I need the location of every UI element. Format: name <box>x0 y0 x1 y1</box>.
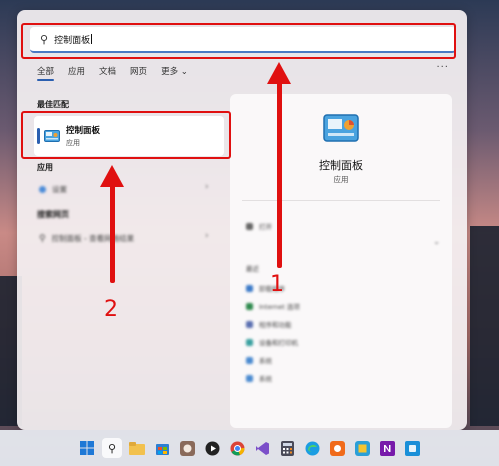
tab-web[interactable]: 网页 <box>130 65 147 81</box>
tab-documents[interactable]: 文档 <box>99 65 116 81</box>
media-icon[interactable] <box>177 438 197 458</box>
chevron-down-icon[interactable]: ⌄ <box>433 237 440 246</box>
open-icon <box>246 222 253 230</box>
search-box[interactable]: ⚲ 控制面板 <box>30 27 456 53</box>
annotation-arrow-head <box>100 165 124 187</box>
web-result-label: 控制面板 - 查看网络结果 <box>51 234 135 243</box>
vs-icon[interactable] <box>252 438 272 458</box>
divider <box>242 200 440 201</box>
control-panel-icon <box>44 130 60 142</box>
windows-icon[interactable] <box>77 438 97 458</box>
tab-apps[interactable]: 应用 <box>68 65 85 81</box>
app3-icon[interactable] <box>402 438 422 458</box>
recent-item-label: Internet 选项 <box>259 303 300 311</box>
recent-label: 最近 <box>246 265 259 273</box>
detail-title: 控制面板 <box>319 159 363 172</box>
recent-item-label: 系统 <box>259 357 272 365</box>
onenote-icon[interactable] <box>377 438 397 458</box>
background-building <box>470 226 499 426</box>
text-caret <box>91 34 93 44</box>
search-input[interactable]: 控制面板 <box>54 33 90 46</box>
recent-item-label: 程序和功能 <box>259 321 292 329</box>
edge-icon[interactable] <box>302 438 322 458</box>
recent-item[interactable]: 系统 <box>246 355 272 365</box>
recent-item-icon <box>246 374 253 382</box>
detail-type: 应用 <box>333 175 349 184</box>
recent-item[interactable]: 设备和打印机 <box>246 337 298 347</box>
best-match-item[interactable]: 控制面板 应用 <box>34 116 224 156</box>
chevron-right-icon[interactable]: › <box>205 182 209 192</box>
section-apps: 应用 <box>37 163 53 172</box>
recent-item-label: 系统 <box>259 375 272 383</box>
search-icon: ⚲ <box>40 32 49 46</box>
open-label: 打开 <box>259 223 272 231</box>
app-icon[interactable] <box>327 438 347 458</box>
start-search-panel: ⚲ 控制面板 全部 应用 文档 网页 更多 ⌄ ··· 最佳匹配 控制面板 应用… <box>17 10 467 430</box>
player-icon[interactable] <box>202 438 222 458</box>
best-match-name: 控制面板 <box>66 126 101 136</box>
chevron-right-icon[interactable]: › <box>205 231 209 241</box>
annotation-number-1: 1 <box>270 272 284 297</box>
tab-more[interactable]: 更多 ⌄ <box>161 65 188 81</box>
recent-item-icon <box>246 356 253 364</box>
search-icon: ⚲ <box>39 233 46 244</box>
annotation-arrow-head <box>267 62 291 84</box>
web-result-item[interactable]: ⚲ 控制面板 - 查看网络结果 <box>39 233 134 244</box>
detail-pane: 控制面板 应用 打开 ⌄ 最近 卸载程序 Internet 选项 程序和功能 设… <box>230 94 452 428</box>
best-match-type: 应用 <box>66 139 80 147</box>
recent-heading: 最近 <box>246 263 259 273</box>
annotation-number-2: 2 <box>104 297 118 322</box>
tab-all[interactable]: 全部 <box>37 65 55 81</box>
app-result-label: 设置 <box>52 185 67 194</box>
calculator-icon[interactable] <box>277 438 297 458</box>
recent-item-icon <box>246 338 253 346</box>
recent-item-icon <box>246 284 253 292</box>
recent-item[interactable]: Internet 选项 <box>246 301 300 311</box>
open-action[interactable]: 打开 <box>246 221 272 231</box>
recent-item[interactable]: 系统 <box>246 373 272 383</box>
recent-item-label: 设备和打印机 <box>259 339 298 347</box>
filter-tabs: 全部 应用 文档 网页 更多 ⌄ <box>37 65 188 81</box>
settings-icon <box>39 186 46 193</box>
store-icon[interactable] <box>152 438 172 458</box>
file-explorer-icon[interactable] <box>127 438 147 458</box>
taskbar: ⚲ <box>0 430 499 466</box>
selection-indicator <box>37 128 40 144</box>
more-options-button[interactable]: ··· <box>436 62 449 73</box>
recent-item[interactable]: 程序和功能 <box>246 319 292 329</box>
control-panel-large-icon <box>323 114 359 142</box>
recent-item-icon <box>246 320 253 328</box>
annotation-arrow-line <box>277 82 282 268</box>
section-web: 搜索网页 <box>37 210 69 219</box>
app-result-item[interactable]: 设置 <box>39 184 67 195</box>
chrome-icon[interactable] <box>227 438 247 458</box>
section-best-match: 最佳匹配 <box>37 100 69 109</box>
app2-icon[interactable] <box>352 438 372 458</box>
annotation-arrow-line <box>110 185 115 283</box>
recent-item-icon <box>246 302 253 310</box>
search-icon[interactable]: ⚲ <box>102 438 122 458</box>
